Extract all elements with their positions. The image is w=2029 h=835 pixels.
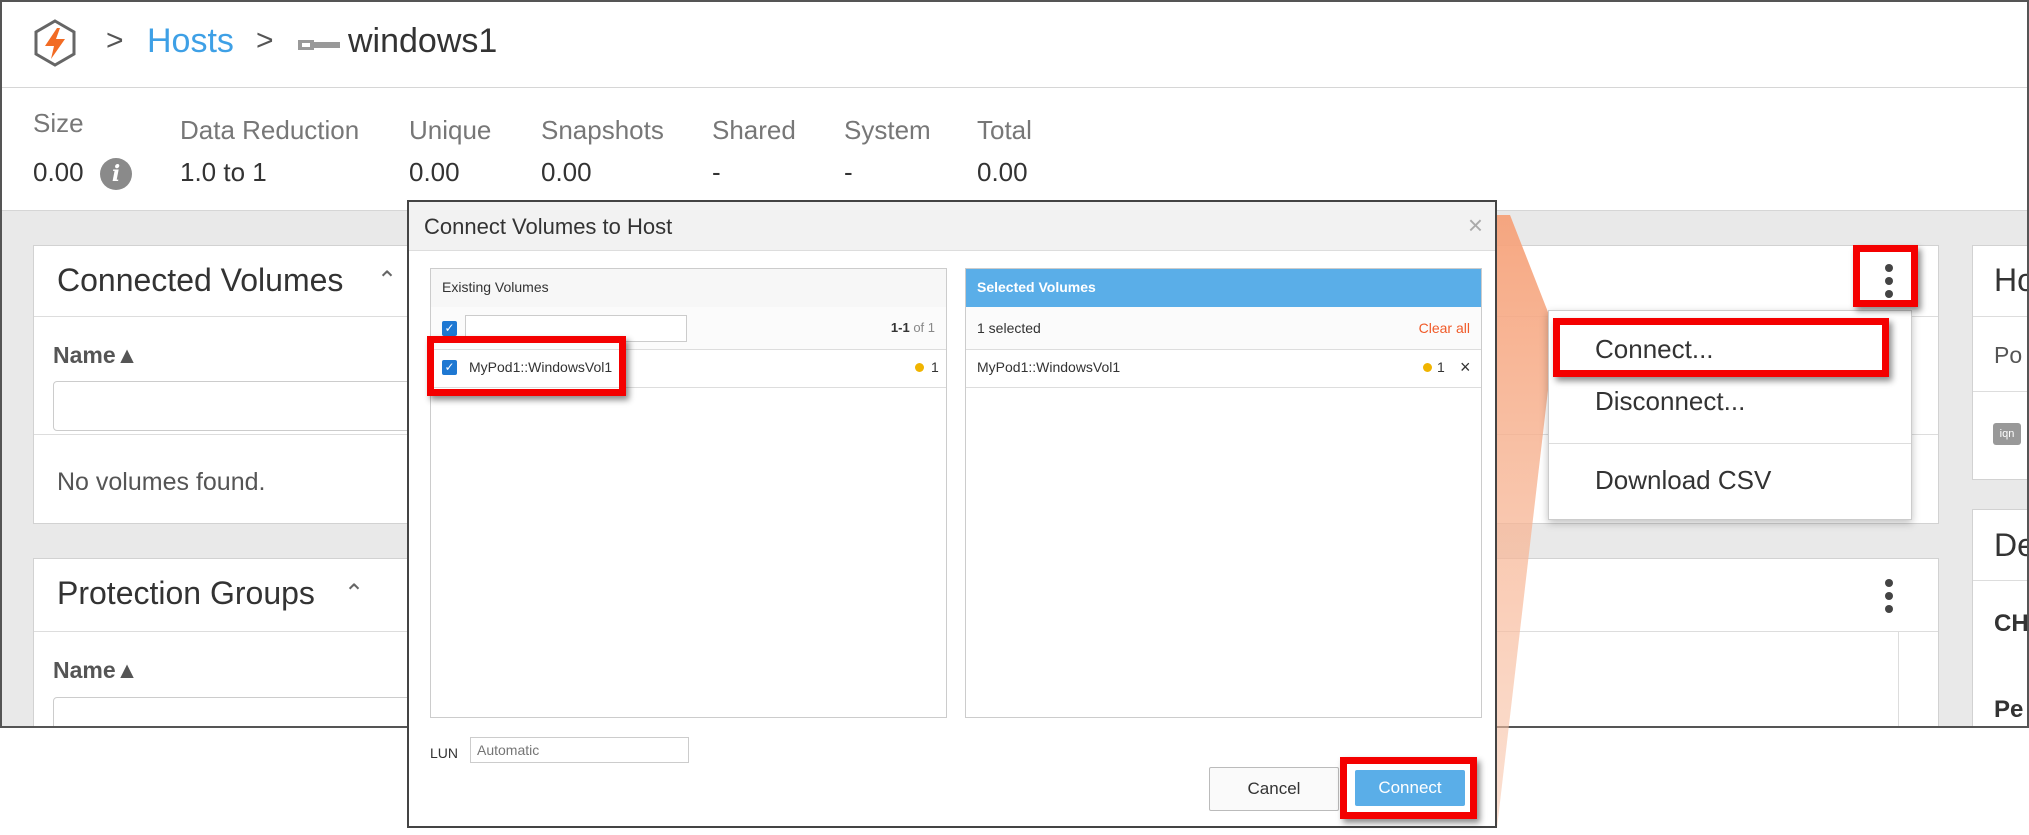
column-header-name[interactable]: Name▲ bbox=[53, 657, 138, 684]
highlight-selected-volume bbox=[427, 336, 626, 396]
dialog-header: Connect Volumes to Host × bbox=[409, 202, 1495, 251]
name-filter-input[interactable] bbox=[53, 697, 435, 726]
chevron-up-icon[interactable]: ⌃ bbox=[377, 266, 397, 295]
host-ports-title: Ho bbox=[1994, 262, 2027, 298]
lun-label: LUN bbox=[430, 745, 459, 761]
selected-volumes-toolbar: 1 selected Clear all bbox=[966, 307, 1481, 350]
status-dot-icon bbox=[1423, 363, 1432, 372]
top-bar: > Hosts > windows1 bbox=[2, 2, 2027, 88]
breadcrumb-separator: > bbox=[106, 24, 124, 57]
stat-unique-value: 0.00 bbox=[409, 157, 460, 187]
column-header-name[interactable]: Name▲ bbox=[53, 342, 138, 369]
stat-data-reduction-value: 1.0 to 1 bbox=[180, 157, 267, 187]
connect-volumes-dialog: Connect Volumes to Host × Existing Volum… bbox=[407, 200, 1497, 828]
selected-volumes-header: Selected Volumes bbox=[966, 269, 1481, 308]
highlight-connect-button bbox=[1340, 757, 1477, 819]
stat-total-label: Total bbox=[977, 115, 1032, 145]
highlight-kebab bbox=[1853, 245, 1918, 307]
iqn-icon: iqn bbox=[1993, 423, 2021, 445]
stat-snapshots-label: Snapshots bbox=[541, 115, 664, 145]
result-count: 1-1 of 1 bbox=[890, 320, 935, 335]
dialog-title: Connect Volumes to Host bbox=[424, 214, 673, 239]
stat-system-value: - bbox=[844, 157, 853, 187]
selected-volumes-title: Selected Volumes bbox=[977, 279, 1096, 295]
stat-snapshots-value: 0.00 bbox=[541, 157, 592, 187]
stat-system-label: System bbox=[844, 115, 931, 145]
empty-state-text: No volumes found. bbox=[57, 468, 266, 496]
list-item: MyPod1::WindowsVol1 1 × bbox=[966, 349, 1481, 388]
select-all-checkbox-icon[interactable]: ✓ bbox=[442, 321, 457, 336]
clear-all-link[interactable]: Clear all bbox=[1419, 320, 1470, 336]
cancel-button[interactable]: Cancel bbox=[1209, 767, 1339, 811]
selected-volumes-list: Selected Volumes 1 selected Clear all My… bbox=[965, 268, 1482, 718]
protection-groups-title: Protection Groups bbox=[57, 575, 315, 611]
volume-name: MyPod1::WindowsVol1 bbox=[977, 359, 1121, 375]
logo-icon[interactable] bbox=[30, 18, 80, 68]
breadcrumb-current-host: windows1 bbox=[348, 22, 498, 60]
info-icon[interactable]: i bbox=[100, 158, 132, 190]
highlight-connect-menu-item bbox=[1553, 318, 1889, 377]
status-dot-icon bbox=[915, 363, 924, 372]
stat-data-reduction-label: Data Reduction bbox=[180, 115, 360, 145]
host-icon bbox=[298, 40, 340, 50]
menu-divider bbox=[1549, 443, 1911, 444]
details-row-label: Pe bbox=[1994, 696, 2024, 723]
stat-shared-value: - bbox=[712, 157, 721, 187]
remove-icon[interactable]: × bbox=[1460, 357, 1471, 378]
connected-volumes-title: Connected Volumes bbox=[57, 262, 344, 298]
lun-input[interactable] bbox=[470, 737, 689, 763]
close-icon[interactable]: × bbox=[1468, 210, 1483, 241]
details-row-label: CH bbox=[1994, 610, 2029, 637]
menu-item-download-csv[interactable]: Download CSV bbox=[1595, 465, 1771, 496]
breadcrumb-hosts-link[interactable]: Hosts bbox=[147, 22, 234, 61]
existing-volumes-header: Existing Volumes bbox=[431, 269, 946, 308]
stat-size-label: Size bbox=[33, 108, 84, 138]
port-column-label: Po bbox=[1994, 342, 2023, 368]
details-title: De bbox=[1994, 527, 2027, 563]
stat-total-value: 0.00 bbox=[977, 157, 1028, 187]
menu-item-disconnect[interactable]: Disconnect... bbox=[1595, 386, 1745, 417]
breadcrumb-separator: > bbox=[256, 24, 274, 57]
volume-connection-count: 1 bbox=[1437, 359, 1445, 375]
stat-size-value: 0.00 bbox=[33, 157, 84, 187]
chevron-up-icon[interactable]: ⌃ bbox=[344, 579, 364, 608]
kebab-icon[interactable] bbox=[1884, 579, 1894, 618]
stat-shared-label: Shared bbox=[712, 115, 796, 145]
stats-bar bbox=[2, 88, 2027, 211]
existing-volumes-title: Existing Volumes bbox=[442, 279, 549, 295]
volume-connection-count: 1 bbox=[931, 359, 939, 375]
selected-count: 1 selected bbox=[977, 320, 1041, 336]
name-filter-input[interactable] bbox=[53, 381, 435, 431]
stat-unique-label: Unique bbox=[409, 115, 492, 145]
